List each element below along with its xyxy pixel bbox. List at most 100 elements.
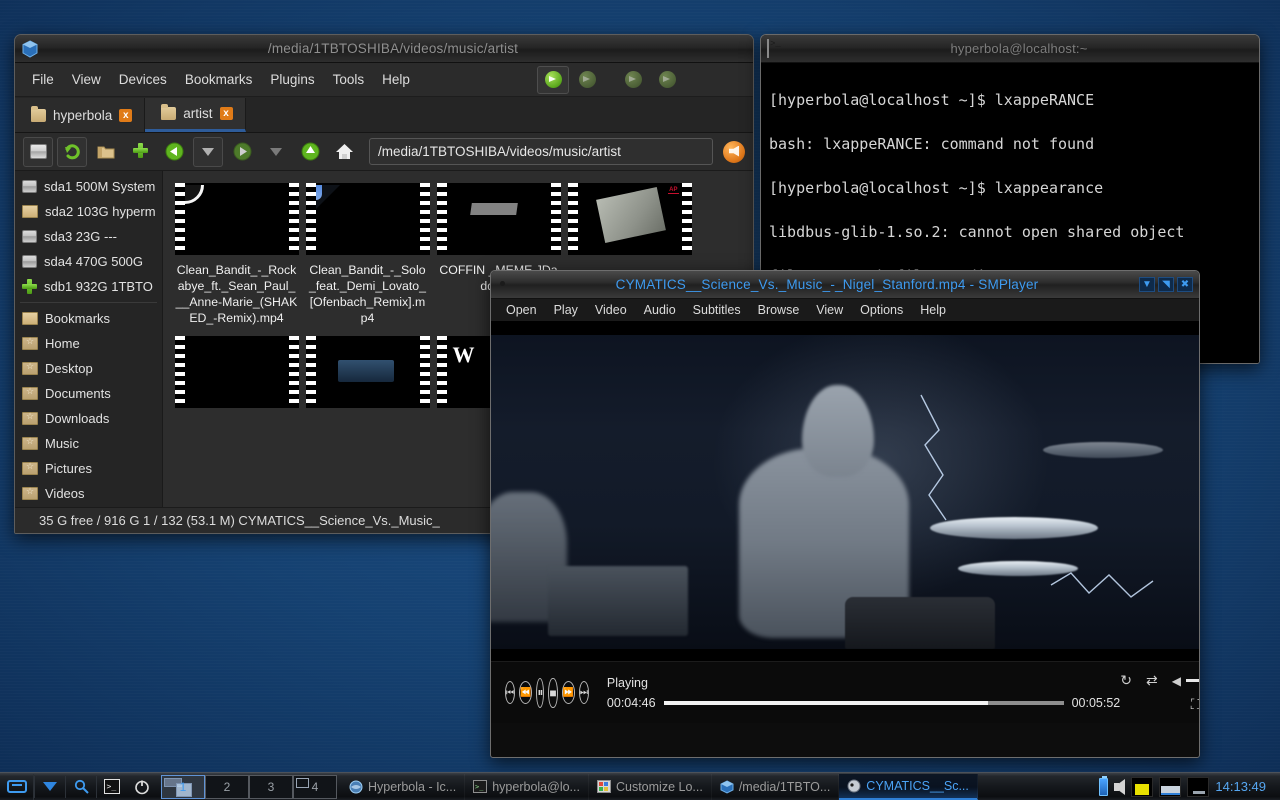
sm-menu-play[interactable]: Play — [547, 301, 585, 319]
list-item[interactable] — [302, 332, 433, 421]
tray-yellow-icon[interactable] — [1131, 776, 1154, 797]
up-icon[interactable] — [295, 137, 325, 167]
forward-icon[interactable] — [227, 137, 257, 167]
volume-bar[interactable] — [1185, 679, 1199, 682]
sm-menu-help[interactable]: Help — [913, 301, 953, 319]
task-file-manager[interactable]: /media/1TBTO... — [712, 773, 840, 800]
forward-button[interactable]: ⏩ — [561, 681, 575, 704]
volume-icon[interactable] — [1114, 778, 1126, 795]
tray-network-icon[interactable] — [1159, 776, 1182, 797]
previous-button[interactable]: ⏮ — [505, 681, 516, 704]
menu-icon[interactable] — [0, 773, 34, 800]
volume-mute-icon[interactable]: ◀ — [1172, 674, 1181, 688]
sm-menu-video[interactable]: Video — [588, 301, 634, 319]
arrow-button-3[interactable] — [617, 66, 649, 94]
list-item[interactable] — [171, 332, 302, 421]
smplayer-titlebar[interactable]: CYMATICS__Science_Vs._Music_-_Nigel_Stan… — [491, 271, 1199, 299]
clock[interactable]: 14:13:49 — [1215, 779, 1274, 794]
drive-icon[interactable] — [23, 136, 53, 167]
file-manager-titlebar[interactable]: /media/1TBTOSHIBA/videos/music/artist — [15, 35, 753, 63]
arrow-button-1[interactable] — [537, 65, 569, 94]
task-customize-look[interactable]: Customize Lo... — [589, 773, 712, 800]
menu-tools[interactable]: Tools — [324, 68, 374, 91]
sidebar-item-music[interactable]: Music — [15, 431, 162, 456]
menu-devices[interactable]: Devices — [110, 68, 176, 91]
file-manager-sidebar[interactable]: sda1 500M System sda2 103G hyperm sda3 2… — [15, 171, 163, 507]
tab-close-icon[interactable]: x — [119, 108, 133, 122]
history-dropdown-icon[interactable] — [193, 136, 223, 167]
home-icon[interactable] — [329, 137, 359, 167]
menu-help[interactable]: Help — [373, 68, 419, 91]
rewind-button[interactable]: ⏪ — [519, 681, 533, 704]
file-manager-toolbar[interactable]: /media/1TBTOSHIBA/videos/music/artist — [15, 133, 753, 171]
volume-slider[interactable]: ◀ 🔊 — [1172, 673, 1199, 689]
secondary-controls-top[interactable]: ↻ ⇄ ◀ 🔊 — [1120, 672, 1199, 689]
secondary-controls-bottom[interactable]: ⛶ ☰ ⋮⋮⋮ — [1191, 696, 1199, 713]
back-icon[interactable] — [159, 137, 189, 167]
tab-artist[interactable]: artist x — [145, 98, 246, 132]
list-item[interactable]: Clean_Bandit_-_Solo_feat._Demi_Lovato_[O… — [302, 179, 433, 332]
sidebar-item-pictures[interactable]: Pictures — [15, 456, 162, 481]
sidebar-item-documents[interactable]: Documents — [15, 381, 162, 406]
arrow-button-2[interactable] — [571, 66, 603, 94]
sidebar-item-downloads[interactable]: Downloads — [15, 406, 162, 431]
workspace-4[interactable]: 4 — [293, 774, 337, 799]
smplayer-control-bar[interactable]: ⏮ ⏪ ⏸ ■ ⏩ ⏭ Playing 00:04:46 00:05:52 ↻ … — [491, 661, 1199, 723]
pause-button[interactable]: ⏸ — [536, 677, 545, 708]
workspace-2[interactable]: 2 — [205, 774, 249, 799]
seek-row[interactable]: 00:04:46 00:05:52 — [607, 696, 1120, 710]
close-button[interactable]: ✖ — [1177, 277, 1193, 292]
tab-hyperbola[interactable]: hyperbola x — [15, 98, 146, 132]
minimize-button[interactable]: ▼ — [1139, 277, 1155, 292]
tab-close-icon[interactable]: x — [219, 107, 233, 120]
workspace-3[interactable]: 3 — [249, 774, 293, 799]
task-terminal[interactable]: >_ hyperbola@lo... — [465, 773, 589, 800]
next-button[interactable]: ⏭ — [578, 681, 589, 704]
menu-bookmarks[interactable]: Bookmarks — [176, 68, 262, 91]
maximize-button[interactable]: ◥ — [1158, 277, 1174, 292]
list-item[interactable]: Clean_Bandit_-_Rockabye_ft._Sean_Paul___… — [171, 179, 302, 332]
smplayer-window[interactable]: CYMATICS__Science_Vs._Music_-_Nigel_Stan… — [490, 270, 1200, 758]
stop-button[interactable]: ■ — [548, 677, 558, 708]
sm-menu-view[interactable]: View — [809, 301, 850, 319]
sidebar-item-sda2[interactable]: sda2 103G hyperm — [15, 199, 162, 224]
tray-blank-icon[interactable] — [1187, 776, 1210, 797]
repeat-icon[interactable]: ↻ — [1120, 672, 1132, 689]
search-icon[interactable] — [66, 774, 96, 800]
sidebar-item-videos[interactable]: Videos — [15, 481, 162, 506]
sm-menu-subtitles[interactable]: Subtitles — [686, 301, 748, 319]
system-tray[interactable]: 14:13:49 — [1099, 775, 1280, 797]
forward-dropdown-icon[interactable] — [261, 137, 291, 167]
new-tab-icon[interactable] — [125, 137, 155, 167]
eject-icon[interactable] — [723, 140, 745, 163]
task-hyperbola-browser[interactable]: Hyperbola - Ic... — [341, 773, 466, 800]
file-manager-menubar[interactable]: File View Devices Bookmarks Plugins Tool… — [15, 63, 753, 97]
sm-menu-open[interactable]: Open — [499, 301, 544, 319]
sm-menu-browse[interactable]: Browse — [751, 301, 807, 319]
secondary-controls[interactable]: ↻ ⇄ ◀ 🔊 ⛶ ☰ ⋮⋮⋮ — [1120, 672, 1199, 713]
sm-menu-audio[interactable]: Audio — [637, 301, 683, 319]
menu-file[interactable]: File — [23, 68, 63, 91]
sidebar-item-sda3[interactable]: sda3 23G --- — [15, 224, 162, 249]
arrow-button-4[interactable] — [651, 66, 683, 94]
battery-icon[interactable] — [1099, 775, 1109, 796]
menubar-arrow-buttons[interactable] — [537, 65, 753, 94]
sidebar-item-sda1[interactable]: sda1 500M System — [15, 174, 162, 199]
reload-icon[interactable] — [57, 136, 87, 167]
sm-menu-options[interactable]: Options — [853, 301, 910, 319]
terminal-icon[interactable]: >_ — [97, 774, 127, 800]
sidebar-item-bookmarks[interactable]: Bookmarks — [15, 306, 162, 331]
folder-icon[interactable] — [91, 137, 121, 167]
shuffle-icon[interactable]: ⇄ — [1146, 672, 1158, 689]
smplayer-window-buttons[interactable]: ▼ ◥ ✖ — [1139, 277, 1193, 292]
fullscreen-icon[interactable]: ⛶ — [1191, 696, 1199, 713]
sidebar-item-home[interactable]: Home — [15, 331, 162, 356]
sidebar-item-desktop[interactable]: Desktop — [15, 356, 162, 381]
sidebar-item-sdb1[interactable]: sdb1 932G 1TBTO — [15, 274, 162, 299]
smplayer-menubar[interactable]: Open Play Video Audio Subtitles Browse V… — [491, 299, 1199, 321]
terminal-titlebar[interactable]: hyperbola@localhost:~ — [761, 35, 1259, 63]
taskbar[interactable]: >_ 1 2 3 4 Hyperbola - Ic... >_ hyperbol… — [0, 772, 1280, 800]
task-smplayer[interactable]: CYMATICS__Sc... — [839, 773, 978, 800]
workspace-switcher[interactable]: 1 2 3 4 — [161, 774, 337, 799]
sidebar-item-sda4[interactable]: sda4 470G 500G — [15, 249, 162, 274]
